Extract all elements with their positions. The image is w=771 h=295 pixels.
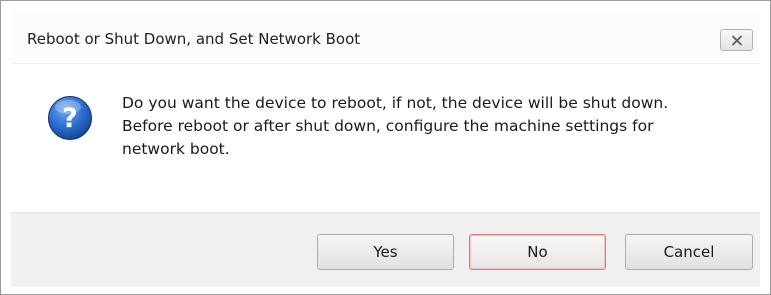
message-line: network boot.	[122, 140, 230, 158]
question-icon: ?	[48, 96, 92, 140]
svg-text:?: ?	[62, 103, 78, 134]
reboot-dialog: Reboot or Shut Down, and Set Network Boo…	[0, 0, 771, 295]
no-button[interactable]: No	[469, 234, 606, 270]
title-bar: Reboot or Shut Down, and Set Network Boo…	[11, 12, 760, 64]
message-line: Do you want the device to reboot, if not…	[122, 94, 669, 112]
message-line: Before reboot or after shut down, config…	[122, 117, 654, 135]
dialog-message: Do you want the device to reboot, if not…	[122, 92, 742, 161]
close-icon	[731, 34, 742, 46]
dialog-title: Reboot or Shut Down, and Set Network Boo…	[27, 30, 361, 48]
button-bar: Yes No Cancel	[11, 212, 760, 287]
dialog-content: ? Do you want the device to reboot, if n…	[11, 64, 760, 212]
cancel-button[interactable]: Cancel	[625, 234, 753, 270]
close-button[interactable]	[720, 29, 753, 51]
yes-button[interactable]: Yes	[317, 234, 454, 270]
